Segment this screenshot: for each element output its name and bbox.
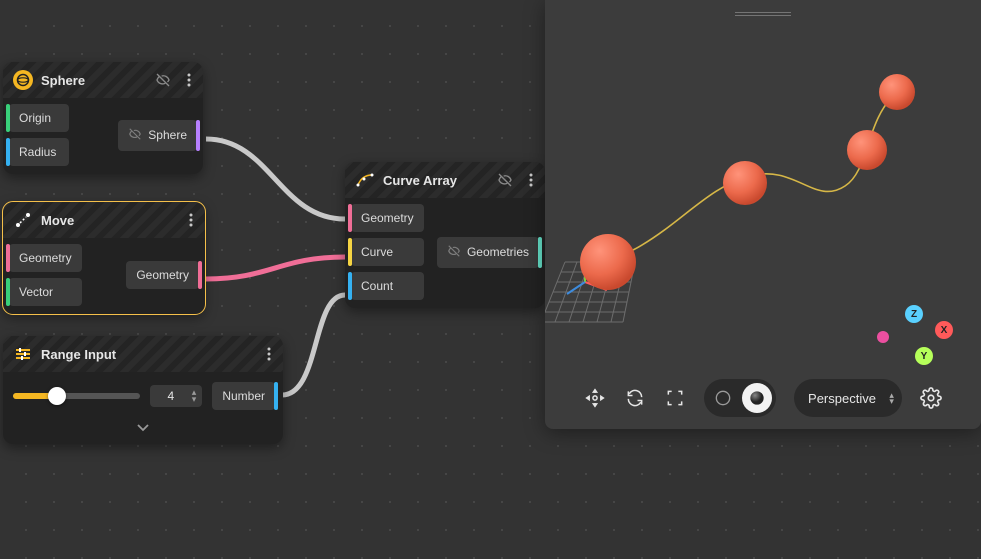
port-in-geometry[interactable]: Geometry [9, 244, 82, 272]
sphere-instance [847, 130, 887, 170]
port-in-origin[interactable]: Origin [9, 104, 69, 132]
chevron-up-down-icon: ▴▾ [889, 392, 894, 404]
range-input-icon [13, 344, 33, 364]
node-title: Range Input [41, 347, 253, 362]
sphere-instance [580, 234, 636, 290]
sphere-instance [879, 74, 915, 110]
port-in-count[interactable]: Count [351, 272, 424, 300]
port-in-radius[interactable]: Radius [9, 138, 69, 166]
slider-thumb[interactable] [48, 387, 66, 405]
node-menu-icon[interactable] [183, 212, 199, 228]
shading-solid-button[interactable] [742, 383, 772, 413]
expand-toggle-icon[interactable] [3, 418, 283, 444]
port-in-curve[interactable]: Curve [351, 238, 424, 266]
hidden-icon [447, 244, 461, 261]
move-icon [13, 210, 33, 230]
port-in-geometry[interactable]: Geometry [351, 204, 424, 232]
axis-z[interactable]: Z [905, 305, 923, 323]
settings-gear-icon[interactable] [920, 387, 942, 409]
range-slider[interactable] [13, 393, 140, 399]
node-header-curve-array[interactable]: Curve Array [345, 162, 545, 198]
hidden-icon [128, 127, 142, 144]
node-title: Sphere [41, 73, 147, 88]
node-curve-array[interactable]: Curve Array Geometry Curve Count Geometr… [345, 162, 545, 308]
range-value-stepper[interactable]: ▴▾ [150, 385, 203, 407]
sphere-icon [13, 70, 33, 90]
port-out-number[interactable]: Number [212, 382, 275, 410]
visibility-toggle-icon[interactable] [497, 172, 513, 188]
frame-tool-icon[interactable] [664, 387, 686, 409]
node-menu-icon[interactable] [181, 72, 197, 88]
port-out-geometries[interactable]: Geometries [437, 237, 539, 268]
node-title: Curve Array [383, 173, 489, 188]
node-header-sphere[interactable]: Sphere [3, 62, 203, 98]
stepper-arrows[interactable]: ▴▾ [192, 389, 197, 403]
axis-y[interactable]: Y [915, 347, 933, 365]
viewport-toolbar: Perspective ▴▾ [545, 379, 981, 417]
shading-wireframe-button[interactable] [708, 383, 738, 413]
shading-mode-toggle[interactable] [704, 379, 776, 417]
node-range-input[interactable]: Range Input ▴▾ Number [3, 336, 283, 444]
refresh-tool-icon[interactable] [624, 387, 646, 409]
range-value-input[interactable] [156, 389, 186, 403]
visibility-toggle-icon[interactable] [155, 72, 171, 88]
node-menu-icon[interactable] [261, 346, 277, 362]
node-header-move[interactable]: Move [3, 202, 205, 238]
node-sphere[interactable]: Sphere Origin Radius Sphere [3, 62, 203, 174]
node-menu-icon[interactable] [523, 172, 539, 188]
axis-x[interactable]: X [935, 321, 953, 339]
axis-neg[interactable] [877, 331, 889, 343]
node-header-range-input[interactable]: Range Input [3, 336, 283, 372]
orbit-tool-icon[interactable] [584, 387, 606, 409]
sphere-instance [723, 161, 767, 205]
port-out-sphere[interactable]: Sphere [118, 120, 197, 151]
camera-mode-dropdown[interactable]: Perspective ▴▾ [794, 379, 902, 417]
node-move[interactable]: Move Geometry Vector Geometry [3, 202, 205, 314]
port-out-geometry[interactable]: Geometry [126, 261, 199, 289]
viewport-3d[interactable]: Z X Y Perspective ▴▾ [545, 0, 981, 429]
port-in-vector[interactable]: Vector [9, 278, 82, 306]
axis-gizmo[interactable]: Z X Y [891, 305, 961, 365]
node-title: Move [41, 213, 175, 228]
curve-array-icon [355, 170, 375, 190]
